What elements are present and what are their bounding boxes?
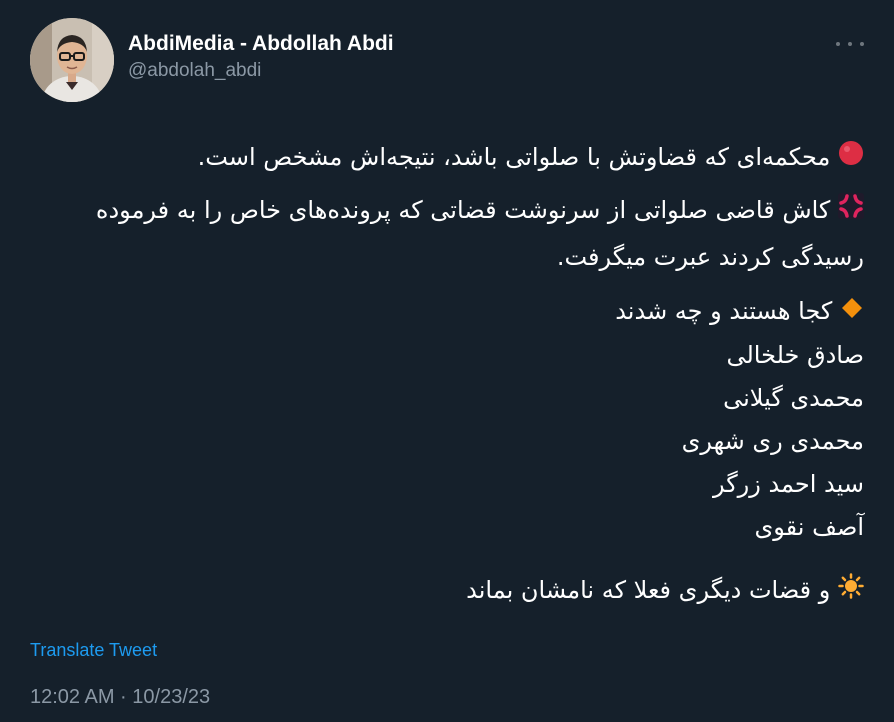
tweet-paragraph-4: و قضات دیگری فعلا که نامشان بماند [30, 569, 864, 612]
more-dot [860, 42, 864, 46]
red-circle-icon [838, 137, 864, 179]
author-names: AbdiMedia - Abdollah Abdi @abdolah_abdi [128, 30, 394, 84]
more-dot [848, 42, 852, 46]
list-item: سید احمد زرگر [712, 469, 864, 498]
more-dot [836, 42, 840, 46]
tweet-card: AbdiMedia - Abdollah Abdi @abdolah_abdi … [0, 0, 894, 722]
tweet-paragraph-1: محکمه‌ای که قضاوتش با صلواتی باشد، نتیجه… [30, 136, 864, 179]
list-item: محمدی ری شهری [681, 426, 864, 455]
more-icon[interactable] [836, 36, 864, 52]
paragraph-2-text: کاش قاضی صلواتی از سرنوشت قضاتی که پروند… [95, 196, 864, 271]
author-display-name[interactable]: AbdiMedia - Abdollah Abdi [128, 30, 394, 58]
list-item: آصف نقوی [754, 512, 864, 541]
tweet-header: AbdiMedia - Abdollah Abdi @abdolah_abdi [30, 18, 870, 102]
list-item: محمدی گیلانی [723, 383, 864, 412]
sun-icon [838, 570, 864, 612]
tweet-paragraph-2: کاش قاضی صلواتی از سرنوشت قضاتی که پروند… [30, 187, 864, 280]
tweet-text: محکمه‌ای که قضاوتش با صلواتی باشد، نتیجه… [30, 136, 864, 612]
tweet-timestamp[interactable]: 12:02 AM · 10/23/23 [30, 686, 210, 709]
translate-tweet-link[interactable]: Translate Tweet [30, 640, 157, 661]
paragraph-1-text: محکمه‌ای که قضاوتش با صلواتی باشد، نتیجه… [197, 143, 831, 171]
avatar-image [30, 18, 114, 102]
paragraph-4-text: و قضات دیگری فعلا که نامشان بماند [466, 575, 831, 604]
list-heading-text: کجا هستند و چه شدند [615, 297, 833, 325]
orange-diamond-icon [840, 291, 864, 334]
list-item: صادق خلخالی [726, 340, 864, 369]
author-handle[interactable]: @abdolah_abdi [128, 58, 394, 84]
judges-list: کجا هستند و چه شدند صادق خلخالی محمدی گی… [30, 290, 864, 549]
anger-symbol-icon [838, 188, 864, 234]
avatar[interactable] [30, 18, 114, 102]
list-heading: کجا هستند و چه شدند [30, 290, 864, 334]
